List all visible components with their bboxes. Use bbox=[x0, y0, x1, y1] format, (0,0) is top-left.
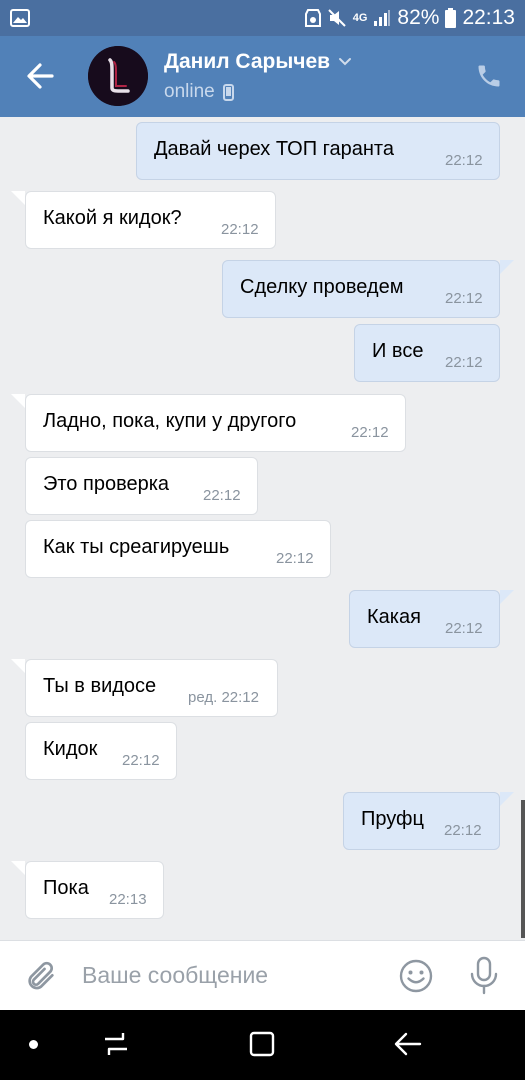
message-text: И все bbox=[372, 340, 424, 362]
message-outgoing[interactable]: Давай черех ТОП гаранта 22:12 bbox=[136, 122, 500, 180]
avatar-logo bbox=[88, 46, 148, 106]
message-incoming[interactable]: Это проверка 22:12 bbox=[25, 457, 258, 515]
message-incoming[interactable]: Как ты среагируешь 22:12 bbox=[25, 520, 331, 578]
recent-apps-icon[interactable] bbox=[102, 1030, 130, 1058]
online-status: online bbox=[164, 81, 215, 102]
gallery-icon bbox=[10, 9, 30, 27]
status-bar: 4G 82% 22:13 bbox=[0, 0, 525, 36]
message-time: 22:12 bbox=[351, 424, 389, 441]
message-list[interactable]: Давай черех ТОП гаранта 22:12 Какой я ки… bbox=[0, 117, 525, 940]
battery-icon bbox=[445, 8, 457, 28]
paperclip-icon[interactable] bbox=[24, 958, 58, 994]
scrollbar[interactable] bbox=[521, 800, 525, 938]
message-text: Сделку проведем bbox=[240, 276, 404, 298]
message-time: ред. 22:12 bbox=[188, 689, 259, 706]
home-icon[interactable] bbox=[248, 1030, 276, 1058]
message-text: Ты в видосе bbox=[43, 675, 157, 697]
back-nav-icon[interactable] bbox=[393, 1030, 423, 1058]
contact-name[interactable]: Данил Сарычев bbox=[164, 50, 330, 74]
message-time: 22:12 bbox=[445, 620, 483, 637]
message-incoming[interactable]: Какой я кидок? 22:12 bbox=[25, 191, 276, 249]
avatar[interactable] bbox=[88, 46, 148, 106]
message-outgoing[interactable]: Какая 22:12 bbox=[349, 590, 500, 648]
mobile-icon bbox=[222, 83, 234, 101]
nav-dot-icon[interactable] bbox=[29, 1040, 38, 1049]
message-text: Пруфц bbox=[361, 808, 424, 830]
message-outgoing[interactable]: Сделку проведем 22:12 bbox=[222, 260, 500, 318]
message-incoming[interactable]: Ты в видосе ред. 22:12 bbox=[25, 659, 278, 717]
chevron-down-icon[interactable] bbox=[338, 57, 352, 67]
message-time: 22:12 bbox=[276, 550, 314, 567]
message-time: 22:12 bbox=[203, 487, 241, 504]
microphone-icon[interactable] bbox=[468, 956, 500, 996]
message-text: Кидок bbox=[43, 738, 98, 760]
message-time: 22:12 bbox=[122, 752, 160, 769]
message-input[interactable] bbox=[82, 957, 372, 993]
battery-percent: 82% bbox=[397, 6, 440, 29]
message-incoming[interactable]: Ладно, пока, купи у другого 22:12 bbox=[25, 394, 406, 452]
bubble-tail bbox=[500, 792, 514, 806]
message-time: 22:12 bbox=[445, 354, 483, 371]
bubble-tail bbox=[500, 260, 514, 274]
message-text: Пока bbox=[43, 877, 89, 899]
system-nav-bar bbox=[0, 1010, 525, 1080]
chat-header: Данил Сарычев online bbox=[0, 36, 525, 117]
bubble-tail bbox=[11, 861, 25, 875]
mute-icon bbox=[328, 9, 346, 27]
message-text: Как ты среагируешь bbox=[43, 536, 230, 558]
message-incoming[interactable]: Пока 22:13 bbox=[25, 861, 164, 919]
signal-icon bbox=[374, 10, 391, 26]
message-text: Ладно, пока, купи у другого bbox=[43, 410, 297, 432]
message-outgoing[interactable]: Пруфц 22:12 bbox=[343, 792, 500, 850]
message-composer bbox=[0, 940, 525, 1010]
bubble-tail bbox=[500, 590, 514, 604]
message-time: 22:13 bbox=[109, 891, 147, 908]
network-type: 4G bbox=[352, 11, 368, 24]
message-time: 22:12 bbox=[445, 152, 483, 169]
message-time: 22:12 bbox=[444, 822, 482, 839]
bubble-tail bbox=[11, 659, 25, 673]
message-time: 22:12 bbox=[445, 290, 483, 307]
message-text: Давай черех ТОП гаранта bbox=[154, 138, 394, 160]
status-time: 22:13 bbox=[462, 6, 515, 29]
message-outgoing[interactable]: И все 22:12 bbox=[354, 324, 500, 382]
sync-icon bbox=[304, 9, 321, 27]
message-text: Какой я кидок? bbox=[43, 207, 182, 229]
smile-icon[interactable] bbox=[398, 958, 434, 994]
bubble-tail bbox=[11, 394, 25, 408]
bubble-tail bbox=[11, 191, 25, 205]
phone-icon[interactable] bbox=[475, 62, 503, 90]
message-text: Это проверка bbox=[43, 473, 170, 495]
arrow-left-icon[interactable] bbox=[22, 58, 62, 94]
message-text: Какая bbox=[367, 606, 421, 628]
message-time: 22:12 bbox=[221, 221, 259, 238]
message-incoming[interactable]: Кидок 22:12 bbox=[25, 722, 177, 780]
